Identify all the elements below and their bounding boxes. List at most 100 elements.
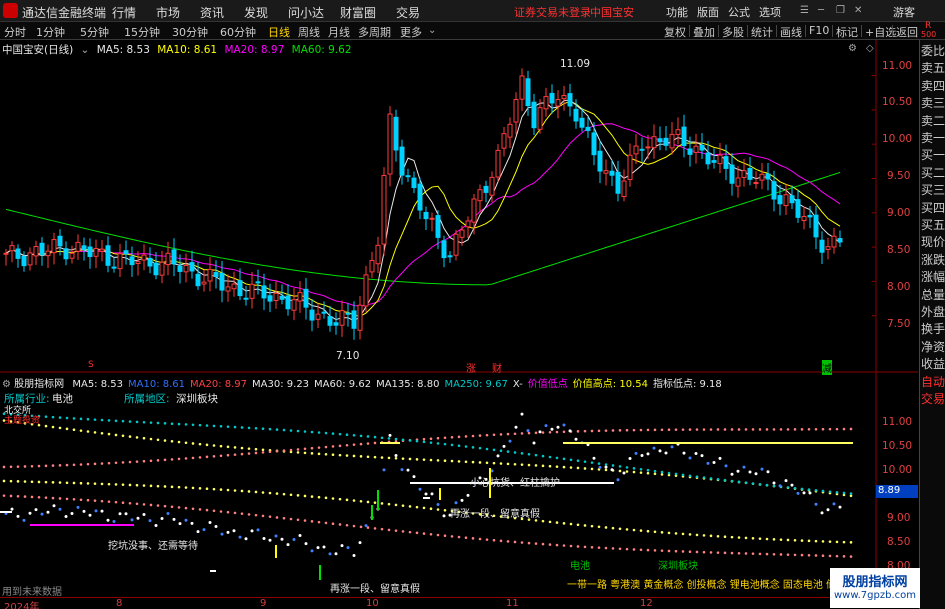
expand-icon[interactable]: ◇ [866,43,874,54]
candle-body [219,272,225,291]
dot-4 [520,541,524,544]
dot-0 [422,458,426,461]
dot-4 [415,531,419,535]
dot-1 [478,434,482,437]
dot-0 [562,465,566,469]
dot-1 [212,455,216,458]
sub-ytick-1000: 10.00 [882,464,913,476]
dot-3 [282,492,286,496]
candle-body [639,148,645,151]
dot-3 [828,540,832,543]
dot-4 [660,549,664,552]
dot-0 [65,427,69,431]
dot-1 [464,435,468,438]
dot-2 [807,488,811,491]
candle-body [189,262,195,272]
price-dot [208,520,212,524]
candle-body [279,295,285,300]
sub-settings-icon[interactable]: ⚙ [2,379,11,390]
side-field-8: 买三 [921,183,945,198]
candle-body [789,195,795,204]
price-dot [706,461,710,465]
candle-body [837,238,843,243]
price-dot [514,425,518,429]
dot-3 [191,486,195,490]
dot-1 [485,433,489,437]
dot-0 [604,468,608,472]
price-dot [112,520,116,524]
price-dot [64,515,68,519]
dot-3 [114,483,118,486]
dot-4 [457,535,461,539]
dot-2 [786,486,790,489]
dot-0 [170,439,174,443]
dot-1 [345,443,349,447]
sub-item-6: MA250: 9.67 [444,379,508,390]
candle-body [831,235,837,248]
dot-1 [23,465,27,468]
dot-2 [688,474,692,478]
dot-1 [79,463,83,466]
dot-4 [436,533,440,537]
candle-body [669,133,675,149]
side-field-20[interactable]: 交易 [921,390,945,407]
dot-4 [555,543,559,547]
candle-body [729,164,735,184]
ma10-label: MA10: 8.61 [157,44,218,56]
dot-0 [359,455,363,458]
dot-2 [303,430,307,433]
dot-2 [170,422,174,426]
dot-3 [156,484,160,488]
dot-3 [849,541,853,544]
price-dot [796,491,800,495]
dot-3 [233,489,237,492]
dot-4 [702,550,706,554]
dot-2 [590,461,594,464]
candle-body [681,126,687,147]
dot-4 [30,495,34,499]
dot-4 [562,544,566,547]
dot-2 [289,429,293,432]
candle-body [381,175,387,245]
price-dot [790,483,794,487]
dot-4 [499,539,503,543]
dot-3 [240,489,244,493]
dot-4 [296,518,300,522]
price-dot [88,513,92,517]
price-dot [364,524,368,528]
candle-body [465,220,471,228]
price-dot [832,502,836,506]
dot-0 [107,432,111,436]
dot-3 [681,532,685,536]
dot-1 [16,465,20,468]
dot-2 [548,455,552,459]
sub-value-badge: 8.89 [876,485,918,498]
dropdown-icon[interactable]: ⌄ [81,44,90,56]
settings-gear-icon[interactable]: ⚙ [848,43,857,54]
dot-3 [254,490,258,494]
dot-4 [527,541,531,545]
candle-body [273,292,279,301]
dot-4 [9,494,13,498]
dot-4 [506,540,510,543]
candle-body [387,113,393,175]
date-axis: 2024年 8 9 10 11 12 [0,597,918,609]
dot-0 [303,451,307,455]
dot-1 [359,442,363,446]
dot-2 [611,464,615,467]
dot-4 [842,555,846,558]
dot-3 [205,487,209,491]
dot-4 [723,551,727,555]
dot-2 [709,477,713,480]
dot-4 [737,551,741,555]
dot-2 [849,492,853,495]
dot-4 [44,496,48,499]
side-field-5: 卖一 [921,131,945,145]
side-field-19[interactable]: 自动 [921,373,945,390]
annotation-xiaoxin: 小心坑货、红柱擒护 [470,478,560,489]
price-dot [766,470,770,474]
candle-body [657,138,663,143]
dot-3 [744,536,748,540]
price-dot [442,514,446,518]
candle-body [735,177,741,187]
